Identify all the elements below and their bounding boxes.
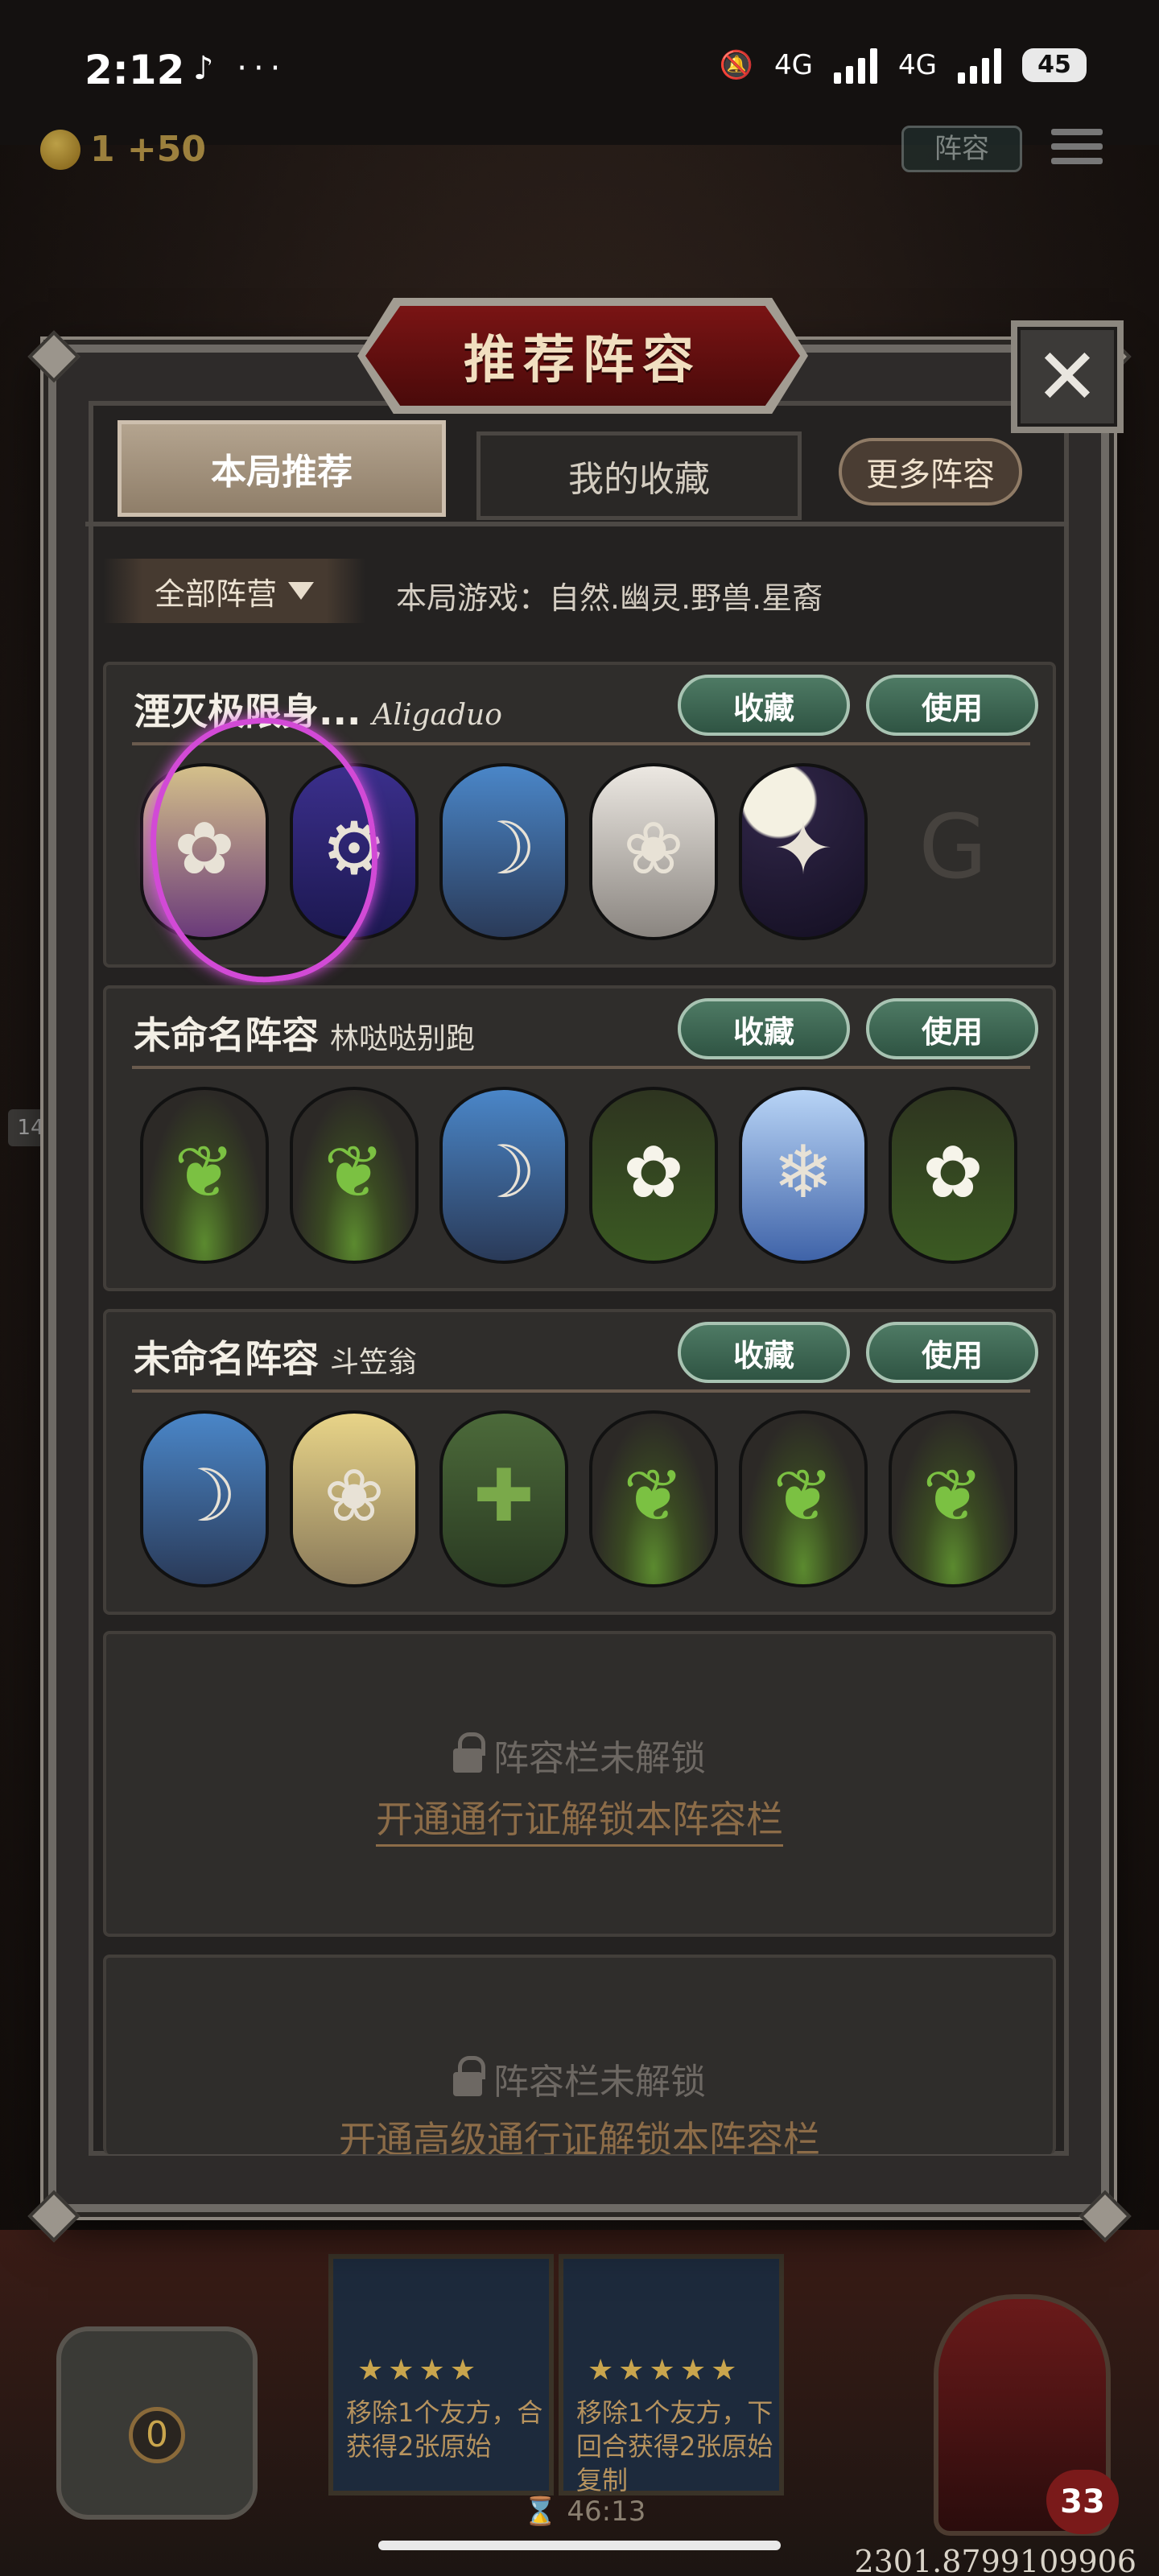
favorite-button[interactable]: 收藏	[678, 998, 850, 1059]
unlock-premium-pass-link[interactable]: 开通高级通行证解锁本阵容栏	[106, 2111, 1053, 2154]
card-divider	[132, 1389, 1030, 1393]
use-button[interactable]: 使用	[866, 998, 1038, 1059]
network-label-2: 4G	[898, 49, 937, 81]
lineup-card: 未命名阵容 林哒哒别跑 收藏 使用 ❦ ❦ ☽ ✿ ❄ ✿	[103, 985, 1056, 1291]
side-tag: 14	[8, 1109, 53, 1146]
ice-maiden-portrait-icon[interactable]: ❄	[739, 1087, 868, 1264]
tab-divider	[85, 522, 1069, 526]
cactus-portrait-icon[interactable]: ✚	[439, 1410, 568, 1587]
blonde-elf-portrait-icon[interactable]: ❀	[290, 1410, 419, 1587]
title-banner: 推荐阵容	[365, 306, 800, 406]
singing-flower-portrait-icon[interactable]: ✿	[889, 1087, 1017, 1264]
menu-icon[interactable]	[1051, 129, 1103, 171]
mute-icon: 🔕	[719, 49, 754, 81]
lineup-button[interactable]: 阵容	[901, 126, 1022, 172]
white-lady-portrait-icon[interactable]: ❀	[589, 763, 718, 940]
locked-message: 阵容栏未解锁	[106, 1729, 1053, 1781]
turn-timer: ⌛ 46:13	[523, 2496, 645, 2528]
coordinate-readout: 2301.8799109906	[854, 2544, 1136, 2576]
lineup-author: 林哒哒别跑	[330, 1022, 476, 1055]
card-divider	[132, 1066, 1030, 1069]
lock-icon	[453, 2056, 485, 2096]
sprout-portrait-icon[interactable]: ❦	[290, 1087, 419, 1264]
unlock-pass-link[interactable]: 开通通行证解锁本阵容栏	[106, 1790, 1053, 1847]
lock-icon	[453, 1732, 485, 1773]
dark-elf-portrait-icon[interactable]: ☽	[439, 763, 568, 940]
spell-card[interactable]: ★★★★★ 移除1个友方，下回合获得2张原始复制	[559, 2254, 784, 2496]
lineup-header: 未命名阵容 林哒哒别跑	[134, 1006, 475, 1059]
singing-flower-portrait-icon[interactable]: ✿	[589, 1087, 718, 1264]
lineup-name: 未命名阵容	[134, 1337, 319, 1381]
faction-filter-label: 全部阵营	[154, 576, 277, 612]
close-button[interactable]: ✕	[1011, 320, 1124, 433]
lineup-author: 斗笠翁	[330, 1346, 418, 1379]
empty-slot-emblem-icon: G	[918, 795, 988, 898]
coin-value: 1 +50	[90, 129, 207, 170]
locked-message: 阵容栏未解锁	[106, 2053, 1053, 2104]
card-stars: ★★★★★	[588, 2354, 742, 2387]
coin-icon	[40, 129, 80, 170]
signal-icon-2	[958, 47, 1001, 84]
status-bar: 2:12 ♪ ··· 🔕 4G 4G 45	[0, 0, 1159, 145]
chevron-down-icon	[288, 582, 314, 600]
dark-elf-portrait-icon[interactable]: ☽	[140, 1410, 269, 1587]
modal-title: 推荐阵容	[464, 331, 702, 390]
signal-icon-1	[834, 47, 878, 84]
lineup-author: Aligaduo	[372, 699, 502, 732]
hourglass-icon: ⌛	[523, 2496, 558, 2528]
network-label-1: 4G	[774, 49, 814, 81]
sprout-portrait-icon[interactable]: ❦	[589, 1410, 718, 1587]
timer-value: 46:13	[567, 2496, 646, 2528]
use-button[interactable]: 使用	[866, 675, 1038, 736]
dark-elf-portrait-icon[interactable]: ☽	[439, 1087, 568, 1264]
tab-favorites[interactable]: 我的收藏	[476, 431, 802, 520]
locked-lineup-slot: 阵容栏未解锁 开通高级通行证解锁本阵容栏	[103, 1955, 1056, 2154]
status-right: 🔕 4G 4G 45	[720, 47, 1087, 84]
favorite-button[interactable]: 收藏	[678, 1322, 850, 1383]
shop-count: 0	[129, 2407, 185, 2463]
card-stars: ★★★★	[357, 2354, 481, 2387]
card-text: 移除1个友方，合获得2张原始	[346, 2397, 543, 2462]
lineup-header: 未命名阵容 斗笠翁	[134, 1330, 417, 1383]
faction-filter-dropdown[interactable]: 全部阵营	[103, 559, 365, 623]
locked-lineup-slot: 阵容栏未解锁 开通通行证解锁本阵容栏	[103, 1631, 1056, 1937]
card-text: 移除1个友方，下回合获得2张原始复制	[576, 2397, 773, 2496]
more-lineups-button[interactable]: 更多阵容	[839, 438, 1022, 506]
moon-witch-portrait-icon[interactable]: ✦	[739, 763, 868, 940]
sprout-portrait-icon[interactable]: ❦	[140, 1087, 269, 1264]
spell-card[interactable]: ★★★★ 移除1个友方，合获得2张原始	[328, 2254, 554, 2496]
lineup-name: 未命名阵容	[134, 1013, 319, 1057]
battery-icon: 45	[1022, 48, 1087, 82]
coin-counter: 1 +50	[40, 129, 206, 170]
sprout-portrait-icon[interactable]: ❦	[889, 1410, 1017, 1587]
health-badge: 33	[1046, 2470, 1119, 2534]
lineup-header: 湮灭极限身... Aligaduo	[134, 683, 502, 736]
clock: 2:12	[85, 47, 185, 93]
hero-row: ☽ ❀ ✚ ❦ ❦ ❦	[140, 1410, 1017, 1587]
home-indicator[interactable]	[378, 2541, 781, 2550]
lineup-card: 未命名阵容 斗笠翁 收藏 使用 ☽ ❀ ✚ ❦ ❦ ❦	[103, 1309, 1056, 1615]
use-button[interactable]: 使用	[866, 1322, 1038, 1383]
hero-row: ❦ ❦ ☽ ✿ ❄ ✿	[140, 1087, 1017, 1264]
notification-icons: ♪ ···	[193, 50, 287, 87]
sprout-portrait-icon[interactable]: ❦	[739, 1410, 868, 1587]
favorite-button[interactable]: 收藏	[678, 675, 850, 736]
close-icon: ✕	[1034, 332, 1100, 422]
game-info: 本局游戏：自然.幽灵.野兽.星裔	[396, 580, 823, 616]
tab-recommended[interactable]: 本局推荐	[118, 420, 446, 517]
